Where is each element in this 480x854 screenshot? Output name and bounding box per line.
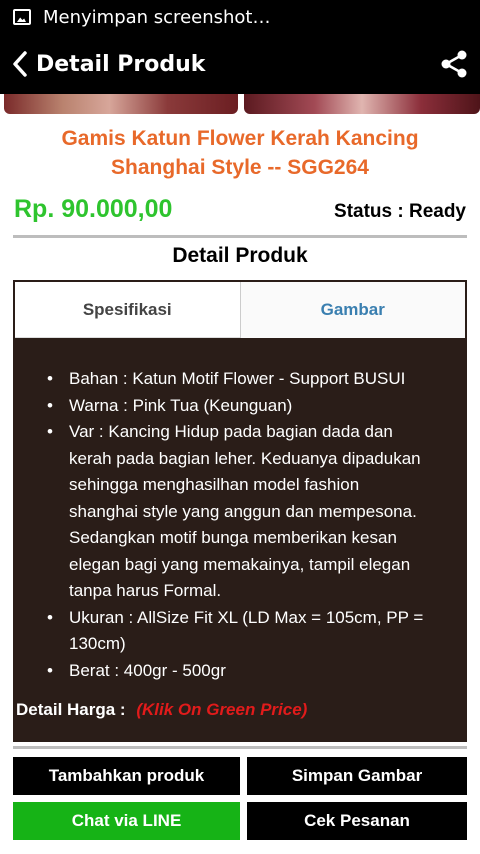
price-detail-hint: (Klik On Green Price) [136, 700, 308, 719]
product-image-2[interactable] [244, 94, 480, 114]
product-title-line-2: Shanghai Style -- SGG264 [111, 156, 369, 179]
product-price[interactable]: Rp. 90.000,00 [14, 195, 172, 224]
page-title: Detail Produk [36, 51, 206, 77]
spec-item-berat: Berat : 400gr - 500gr [47, 658, 462, 685]
product-title: Gamis Katun Flower Kerah Kancing Shangha… [0, 124, 480, 182]
price-detail-label: Detail Harga : [16, 700, 126, 719]
chat-line-button[interactable]: Chat via LINE [13, 802, 240, 840]
tab-bar: Spesifikasi Gambar [15, 282, 465, 338]
spec-item-warna: Warna : Pink Tua (Keunguan) [47, 393, 462, 420]
stock-status: Status : Ready [334, 201, 466, 222]
system-status-bar: Menyimpan screenshot… [0, 0, 480, 34]
share-button[interactable] [434, 44, 474, 84]
spec-list: Bahan : Katun Motif Flower - Support BUS… [47, 366, 462, 684]
product-image-strip[interactable] [0, 94, 480, 116]
status-notification-text: Menyimpan screenshot… [43, 6, 271, 28]
spec-item-ukuran: Ukuran : AllSize Fit XL (LD Max = 105cm,… [47, 605, 462, 658]
save-image-button[interactable]: Simpan Gambar [247, 757, 467, 795]
spec-item-var: Var : Kancing Hidup pada bagian dada dan… [47, 419, 462, 605]
share-icon [441, 50, 467, 78]
divider [13, 746, 467, 749]
spec-item-bahan: Bahan : Katun Motif Flower - Support BUS… [47, 366, 462, 393]
divider [13, 235, 467, 238]
add-product-button[interactable]: Tambahkan produk [13, 757, 240, 795]
product-image-1[interactable] [4, 94, 238, 114]
tab-spesifikasi[interactable]: Spesifikasi [15, 282, 241, 338]
screenshot-icon [13, 9, 31, 25]
check-order-button[interactable]: Cek Pesanan [247, 802, 467, 840]
back-button[interactable] [6, 42, 34, 86]
chevron-left-icon [13, 51, 27, 77]
price-detail-row: Detail Harga : (Klik On Green Price) [16, 700, 307, 720]
tab-gambar[interactable]: Gambar [240, 282, 465, 338]
app-bar: Detail Produk [0, 34, 480, 94]
section-title: Detail Produk [172, 244, 308, 267]
detail-panel: Spesifikasi Gambar Bahan : Katun Motif F… [13, 280, 467, 742]
product-title-line-1: Gamis Katun Flower Kerah Kancing [61, 127, 419, 150]
